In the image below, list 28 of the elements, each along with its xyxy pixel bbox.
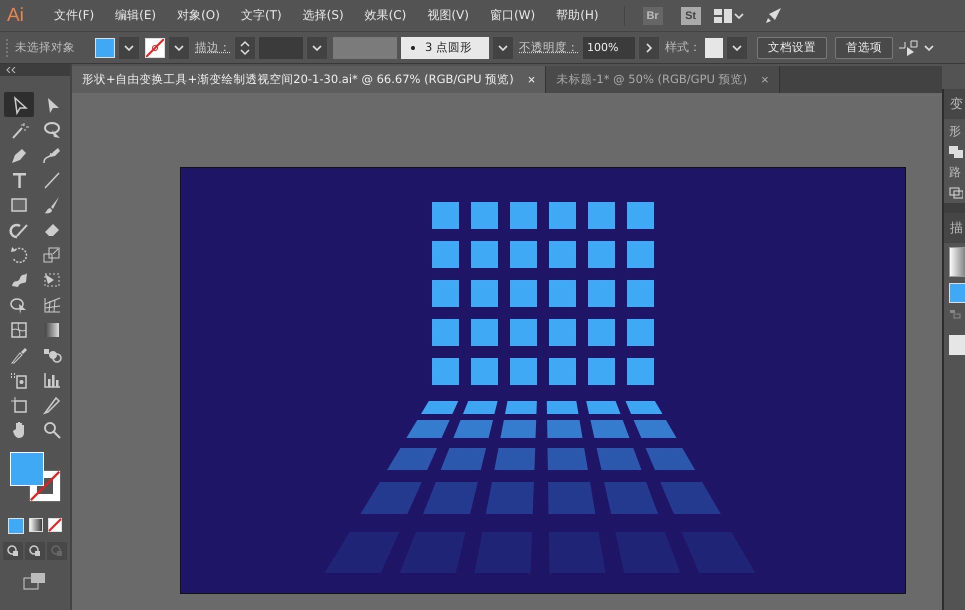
menu-item[interactable]: 文字(T) xyxy=(232,7,290,24)
menu-item[interactable]: 帮助(H) xyxy=(548,7,607,24)
close-button[interactable]: × xyxy=(761,72,769,87)
menu-item[interactable]: 窗口(W) xyxy=(482,7,544,24)
menu-item[interactable]: 编辑(E) xyxy=(107,7,164,24)
menu-item[interactable]: 效果(C) xyxy=(356,7,414,24)
panel-label: 路 xyxy=(949,164,962,181)
panel-tab[interactable]: 变 xyxy=(944,89,965,119)
stroke-label[interactable]: 描边： xyxy=(195,40,231,55)
document-tab[interactable]: 形状+自由变换工具+渐变绘制透视空间20-1-30.ai* @ 66.67% (RGB/GPU 预览) × xyxy=(72,66,546,93)
toolbar-button[interactable]: 文档设置 xyxy=(757,36,827,58)
document-tab[interactable]: 未标题-1* @ 50% (RGB/GPU 预览) × xyxy=(546,66,780,93)
style-label: 样式： xyxy=(665,39,701,56)
app-logo: Ai xyxy=(7,4,24,26)
opacity-field[interactable]: 100% xyxy=(583,36,635,58)
brush-name: 3 点圆形 xyxy=(425,40,472,55)
opacity-label[interactable]: 不透明度： xyxy=(519,40,579,55)
menu-item[interactable]: 对象(O) xyxy=(169,7,228,24)
menu-item[interactable]: 文件(F) xyxy=(46,7,102,24)
panel-label: 形 xyxy=(949,123,962,140)
panel-tab[interactable]: 描 xyxy=(944,213,965,243)
close-button[interactable]: × xyxy=(528,72,536,87)
app-badge[interactable]: St xyxy=(680,6,701,24)
selection-status: 未选择对象 xyxy=(15,40,75,55)
menu-item[interactable]: 选择(S) xyxy=(294,7,352,24)
toolbar-button[interactable]: 首选项 xyxy=(835,36,893,58)
brush-field[interactable]: 3 点圆形 xyxy=(401,36,489,58)
menu-item[interactable]: 视图(V) xyxy=(419,7,477,24)
